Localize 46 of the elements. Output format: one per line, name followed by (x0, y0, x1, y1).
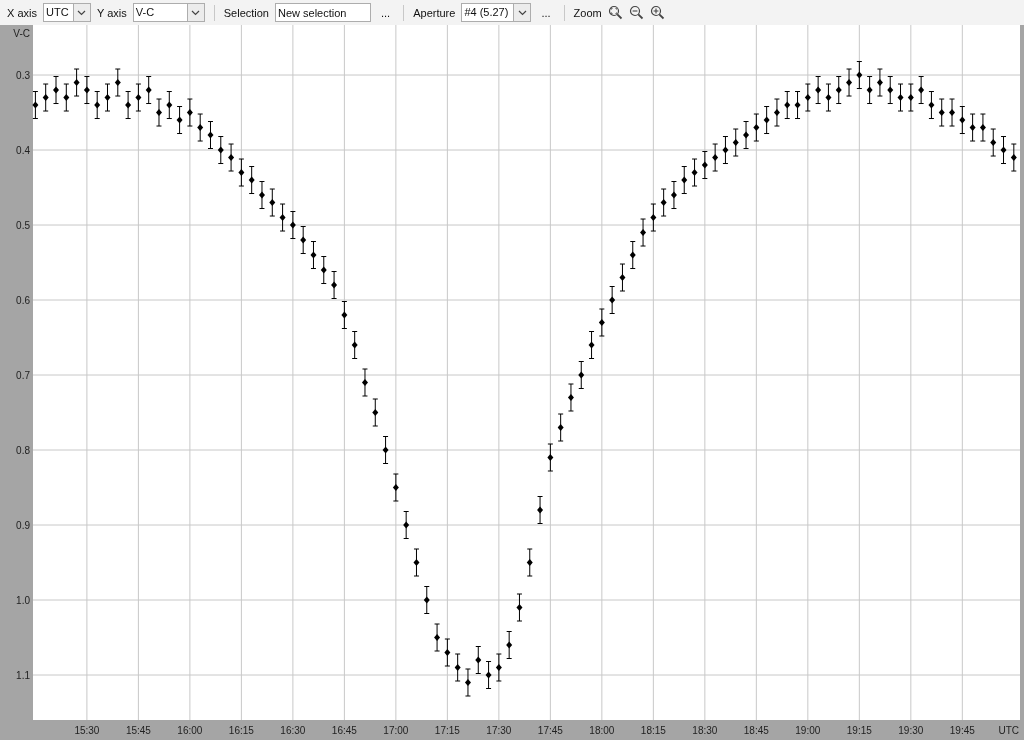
x-tick-label: 16:45 (331, 725, 357, 736)
y-tick-label: 0.4 (16, 145, 30, 156)
x-tick-label: 18:45 (743, 725, 769, 736)
x-tick-label: 15:30 (74, 725, 100, 736)
x-tick-label: 19:15 (846, 725, 872, 736)
y-tick-label: 1.0 (16, 595, 30, 606)
x-tick-label: 17:15 (434, 725, 460, 736)
x-tick-label: 17:45 (537, 725, 563, 736)
y-tick-label: 0.7 (16, 370, 30, 381)
aperture-dropdown[interactable]: #4 (5.27) (461, 3, 532, 22)
y-axis-label: Y axis (96, 6, 127, 19)
x-tick-label: 15:45 (125, 725, 151, 736)
chevron-down-icon (77, 9, 87, 16)
chevron-down-icon (517, 9, 527, 16)
selection-field[interactable]: New selection (275, 3, 371, 22)
zoom-label: Zoom (573, 6, 602, 19)
aperture-label: Aperture (413, 6, 456, 19)
selection-label: Selection (223, 6, 269, 19)
x-tick-label: 19:30 (898, 725, 924, 736)
y-tick-label: 1.1 (16, 670, 30, 681)
zoom-out-icon[interactable] (628, 5, 644, 20)
y-tick-label: 0.5 (16, 220, 30, 231)
x-tick-label: 18:30 (692, 725, 718, 736)
x-axis-dropdown[interactable]: UTC (42, 3, 91, 22)
y-tick-label: 0.8 (16, 445, 30, 456)
y-axis-title: V-C (13, 28, 30, 39)
x-tick-label: 16:00 (177, 725, 203, 736)
selection-more-button[interactable]: ... (377, 6, 395, 19)
x-tick-label: 17:30 (486, 725, 512, 736)
x-axis-title: UTC (998, 725, 1019, 736)
zoom-in-icon[interactable] (649, 5, 665, 20)
y-tick-label: 0.3 (16, 70, 30, 81)
x-tick-label: 19:00 (795, 725, 821, 736)
x-tick-label: 16:30 (280, 725, 306, 736)
zoom-fit-icon[interactable] (607, 5, 623, 20)
x-tick-label: 17:00 (383, 725, 409, 736)
y-tick-label: 0.9 (16, 520, 30, 531)
y-tick-label: 0.6 (16, 295, 30, 306)
x-tick-label: 18:00 (589, 725, 615, 736)
x-axis-label: X axis (7, 6, 37, 19)
aperture-more-button[interactable]: ... (537, 6, 555, 19)
chevron-down-icon (191, 9, 201, 16)
x-tick-label: 16:15 (228, 725, 254, 736)
x-tick-label: 18:15 (640, 725, 666, 736)
x-tick-label: 19:45 (949, 725, 975, 736)
y-axis-dropdown[interactable]: V-C (132, 3, 205, 22)
